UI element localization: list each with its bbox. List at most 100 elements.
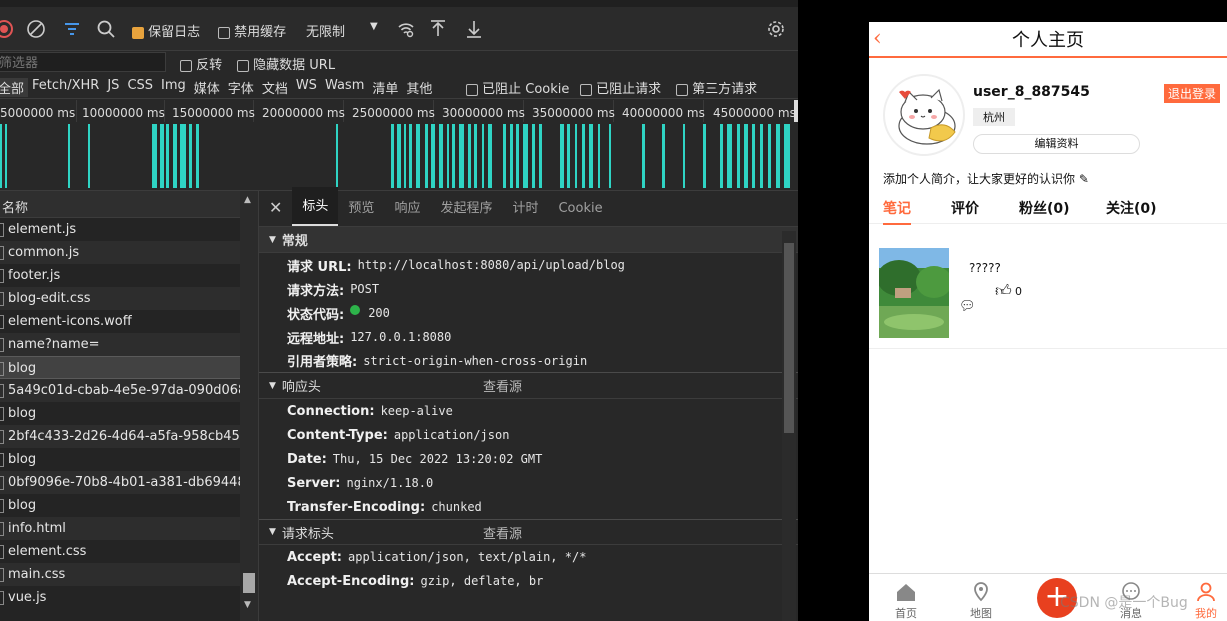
timeline-overview[interactable]: [0, 122, 794, 188]
tab-response[interactable]: 响应: [384, 197, 430, 226]
type-filter-item[interactable]: Fetch/XHR: [32, 78, 99, 97]
section-title: 请求标头: [281, 526, 334, 542]
gear-icon[interactable]: [766, 19, 786, 39]
request-row[interactable]: footer.js: [0, 264, 258, 287]
request-row[interactable]: blog: [0, 402, 258, 425]
export-har-icon[interactable]: [464, 19, 484, 39]
view-source-link[interactable]: 查看源: [483, 523, 522, 542]
type-filter-item[interactable]: JS: [107, 78, 119, 97]
general-section-header[interactable]: ▼ 常规: [259, 227, 798, 253]
filter-row: 反转 隐藏数据 URL: [0, 51, 798, 75]
request-row[interactable]: blog: [0, 494, 258, 517]
request-row[interactable]: 0bf9096e-70b8-4b01-a381-db69448cd0...: [0, 471, 258, 494]
nav-label: 我的: [1195, 607, 1217, 620]
tick-label: 40000000 ms: [622, 106, 705, 120]
logout-button[interactable]: 退出登录: [1164, 84, 1221, 103]
type-filter-item[interactable]: 清单: [372, 78, 398, 97]
filter-icon[interactable]: [62, 19, 82, 39]
devtools-network-panel: 保留日志 禁用缓存 无限制 ▼ 反转 隐藏数据 URL 全部 Fetch/XHR J…: [0, 0, 798, 621]
search-icon[interactable]: [96, 19, 116, 39]
request-row[interactable]: element.css: [0, 540, 258, 563]
request-row[interactable]: element-icons.woff: [0, 310, 258, 333]
request-row[interactable]: 2bf4c433-2d26-4d64-a5fa-958cb454d0...: [0, 425, 258, 448]
name-column-header[interactable]: 名称: [0, 191, 258, 218]
nav-home[interactable]: 首页: [881, 582, 931, 621]
view-source-link[interactable]: 查看源: [483, 376, 522, 395]
response-headers-section-header[interactable]: ▼ 响应头 查看源: [259, 373, 798, 399]
window-top-strip: [0, 0, 798, 7]
like-count: 0: [1015, 285, 1022, 298]
tab-timing[interactable]: 计时: [502, 197, 548, 226]
back-arrow-icon[interactable]: ‹: [873, 26, 882, 51]
request-headers-section-header[interactable]: ▼ 请求标头 查看源: [259, 519, 798, 545]
type-filter-item[interactable]: Wasm: [325, 78, 364, 97]
edit-profile-button[interactable]: 编辑资料: [973, 134, 1140, 154]
tab-cookies[interactable]: Cookie: [548, 201, 612, 226]
type-filter-item[interactable]: 字体: [228, 78, 254, 97]
invert-checkbox[interactable]: 反转: [180, 54, 222, 73]
import-har-icon[interactable]: [428, 19, 448, 39]
throttle-select[interactable]: 无限制 ▼: [306, 21, 378, 40]
request-row[interactable]: common.js: [0, 241, 258, 264]
tab-notes[interactable]: 笔记: [883, 198, 911, 225]
blocked-requests-checkbox[interactable]: 已阻止请求: [580, 78, 661, 97]
tab-initiator[interactable]: 发起程序: [430, 197, 502, 226]
third-party-checkbox[interactable]: 第三方请求: [676, 78, 757, 97]
nav-map[interactable]: 地图: [956, 582, 1006, 621]
type-filter-item[interactable]: Img: [161, 78, 186, 97]
home-icon: [897, 584, 915, 601]
kv-key: Transfer-Encoding:: [287, 499, 426, 515]
comment-icon[interactable]: 💬︎: [959, 299, 976, 314]
request-row[interactable]: blog-edit.css: [0, 287, 258, 310]
type-filter-item[interactable]: 文档: [262, 78, 288, 97]
request-row[interactable]: 5a49c01d-cbab-4e5e-97da-090d0683d...: [0, 379, 258, 402]
hide-data-urls-checkbox[interactable]: 隐藏数据 URL: [237, 54, 335, 73]
bio-label: 添加个人简介，让大家更好的认识你: [883, 172, 1076, 186]
type-list: Fetch/XHR JS CSS Img 媒体 字体 文档 WS Wasm 清单 其他: [32, 78, 432, 97]
overview-scroll-handle[interactable]: [794, 100, 798, 122]
details-scroll-thumb[interactable]: [784, 243, 794, 433]
thumbs-up-icon[interactable]: 👍︎: [995, 281, 1012, 301]
bio-text[interactable]: 添加个人简介，让大家更好的认识你 ✎: [883, 170, 1089, 187]
referrer-policy-row: 引用者策略: strict-origin-when-cross-origin: [259, 349, 798, 373]
scroll-down-icon[interactable]: ▼: [244, 600, 251, 610]
disable-cache-checkbox[interactable]: 禁用缓存: [218, 21, 286, 40]
type-filter-item[interactable]: CSS: [127, 78, 153, 97]
type-filter-item[interactable]: 媒体: [194, 78, 220, 97]
nav-mine[interactable]: 我的: [1181, 582, 1227, 621]
request-row[interactable]: blog: [0, 356, 258, 379]
request-row[interactable]: vue.js: [0, 586, 258, 609]
request-row[interactable]: info.html: [0, 517, 258, 540]
close-icon[interactable]: ✕: [269, 198, 292, 226]
tab-reviews[interactable]: 评价: [951, 198, 979, 218]
kv-key: 状态代码:: [287, 307, 345, 323]
note-card[interactable]: ????? 👍︎ 0 💬︎: [869, 227, 1227, 349]
mobile-profile-page: ‹ 个人主页 user_8_887545 退出登录 杭州 编辑资料 添加个人简介…: [869, 22, 1227, 621]
tab-followers[interactable]: 粉丝(0): [1019, 198, 1070, 218]
blocked-cookies-checkbox[interactable]: 已阻止 Cookie: [466, 78, 569, 97]
remote-address-row: 远程地址: 127.0.0.1:8080: [259, 325, 798, 349]
kv-key: Server:: [287, 475, 341, 491]
preserve-log-checkbox[interactable]: 保留日志: [132, 21, 200, 40]
tab-preview[interactable]: 预览: [338, 197, 384, 226]
disable-cache-label: 禁用缓存: [234, 25, 287, 40]
scroll-up-icon[interactable]: ▲: [244, 195, 251, 205]
type-all[interactable]: 全部: [0, 78, 29, 97]
clear-icon[interactable]: [26, 19, 46, 39]
watermark: CSDN @是一个Bug: [1060, 595, 1188, 611]
type-filter-item[interactable]: WS: [296, 78, 317, 97]
filter-input[interactable]: [0, 52, 166, 72]
request-row[interactable]: blog: [0, 448, 258, 471]
request-row[interactable]: main.css: [0, 563, 258, 586]
request-row[interactable]: element.js: [0, 218, 258, 241]
request-row[interactable]: name?name=: [0, 333, 258, 356]
wifi-settings-icon[interactable]: [396, 19, 416, 39]
list-scroll-thumb[interactable]: [243, 573, 255, 593]
type-filter-item[interactable]: 其他: [406, 78, 432, 97]
avatar[interactable]: [883, 74, 965, 156]
tab-headers[interactable]: 标头: [292, 187, 339, 226]
record-stop-icon[interactable]: [0, 19, 14, 39]
tab-following[interactable]: 关注(0): [1106, 198, 1157, 218]
list-scrollbar[interactable]: ▲ ▼: [240, 191, 258, 621]
blocked-requests-label: 已阻止请求: [596, 82, 662, 97]
